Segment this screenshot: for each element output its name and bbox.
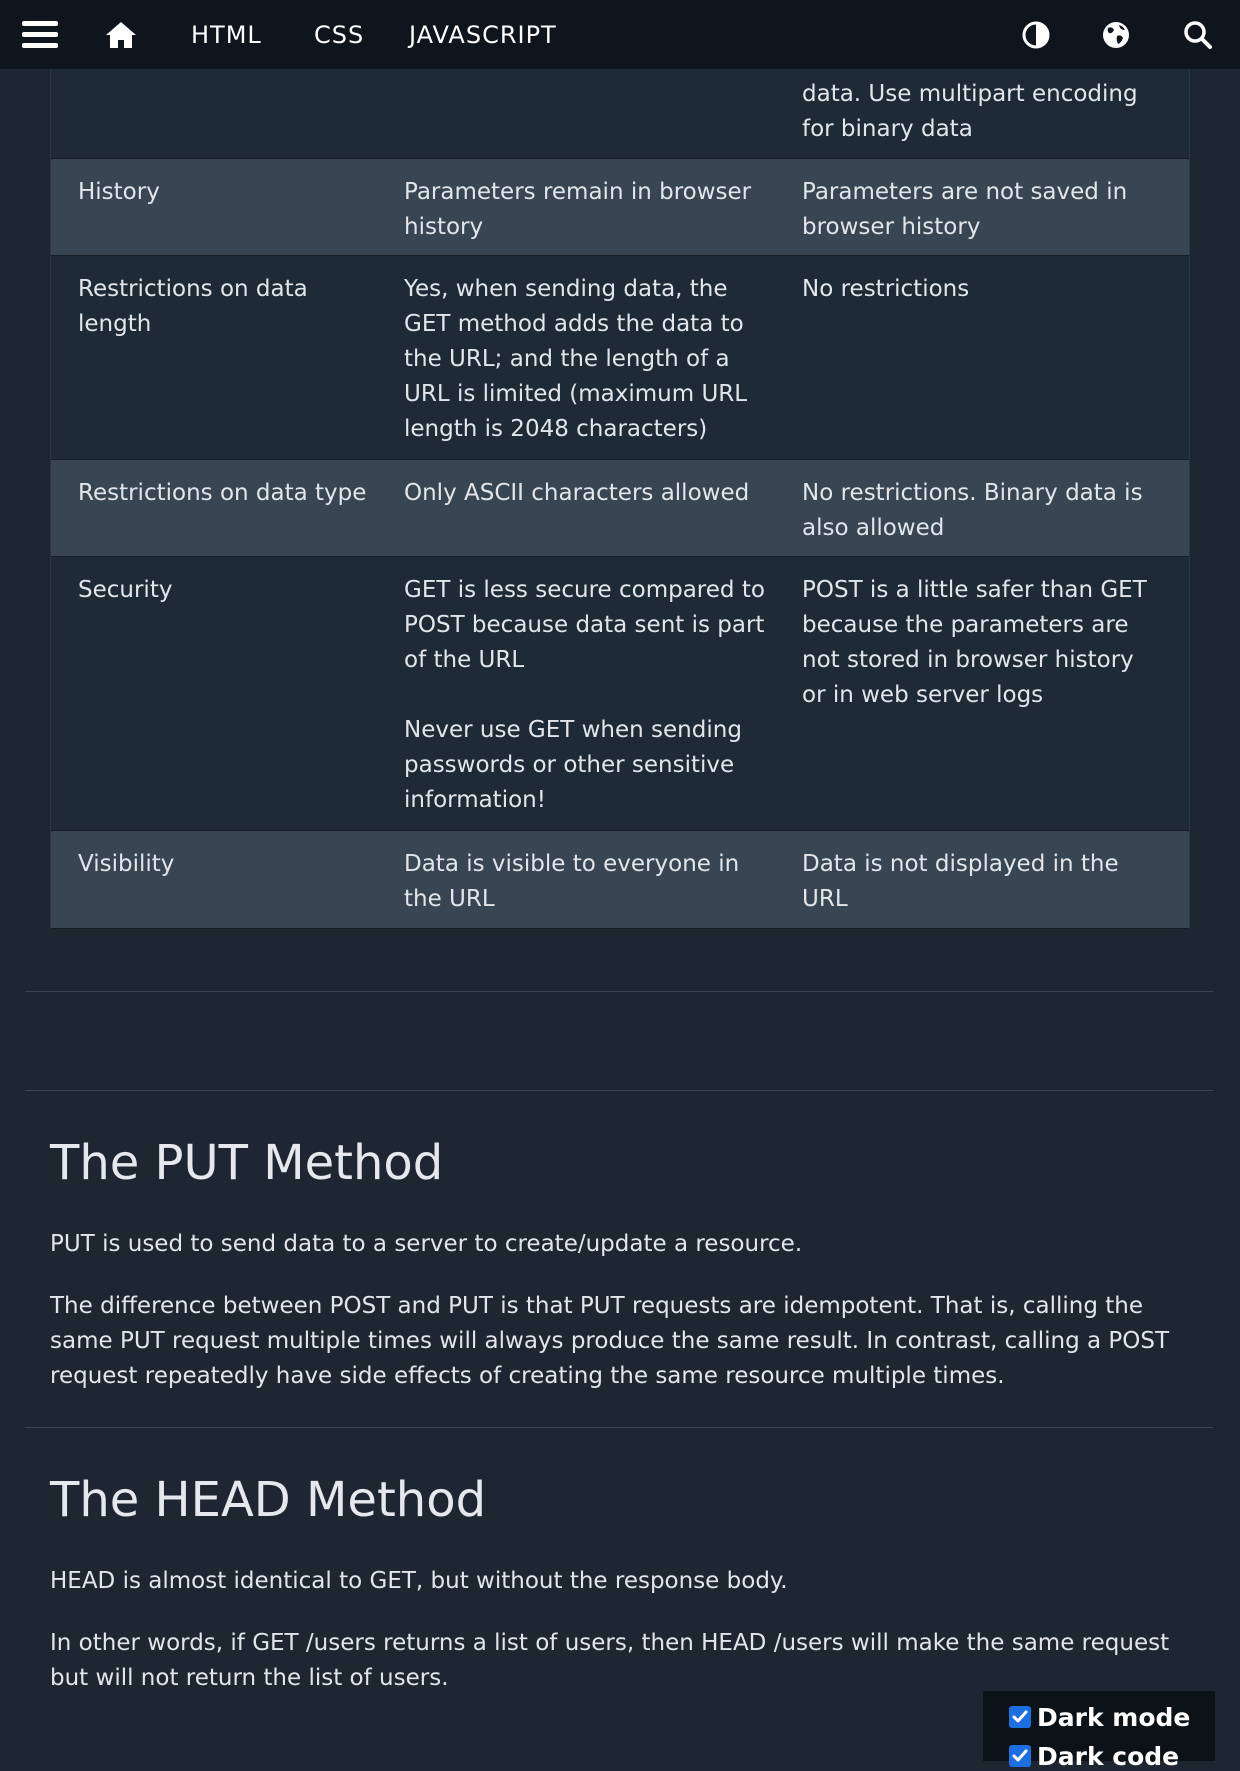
table-cell-label: Visibility bbox=[78, 851, 175, 877]
dark-mode-label: Dark mode bbox=[1037, 1702, 1191, 1732]
dark-code-label: Dark code bbox=[1037, 1741, 1180, 1771]
table-cell: data. Use multipart encoding for binary … bbox=[802, 81, 1138, 142]
table-cell-label: Restrictions on data length bbox=[78, 276, 308, 337]
nav-link-css[interactable]: CSS bbox=[314, 0, 364, 69]
table-cell-post: Data is not displayed in the URL bbox=[802, 851, 1119, 912]
table-cell-get: Parameters remain in browser history bbox=[404, 179, 752, 240]
table-cell-label: Restrictions on data type bbox=[78, 480, 367, 506]
dark-code-checkbox[interactable] bbox=[1009, 1745, 1031, 1767]
table-cell-post: No restrictions bbox=[802, 276, 970, 302]
home-icon[interactable] bbox=[96, 0, 146, 69]
table-cell-get: GET is less secure compared to POST beca… bbox=[404, 577, 765, 813]
table-cell-label: Security bbox=[78, 577, 173, 603]
table-cell-post: No restrictions. Binary data is also all… bbox=[802, 480, 1143, 541]
paragraph: PUT is used to send data to a server to … bbox=[50, 1231, 803, 1257]
paragraph: HEAD is almost identical to GET, but wit… bbox=[50, 1568, 788, 1594]
section-heading-head: The HEAD Method bbox=[50, 1472, 487, 1528]
table-row: History Parameters remain in browser his… bbox=[51, 159, 1189, 256]
nav-link-javascript[interactable]: JAVASCRIPT bbox=[409, 0, 557, 69]
checkmark-icon bbox=[1012, 1710, 1028, 1723]
contrast-icon[interactable] bbox=[1012, 0, 1060, 69]
table-row: Security GET is less secure compared to … bbox=[51, 557, 1189, 831]
paragraph: In other words, if GET /users returns a … bbox=[50, 1630, 1170, 1691]
comparison-table: data. Use multipart encoding for binary … bbox=[50, 0, 1190, 929]
dark-mode-panel: Dark mode Dark code bbox=[983, 1691, 1215, 1771]
divider bbox=[25, 991, 1213, 992]
hamburger-menu-icon[interactable] bbox=[8, 0, 72, 69]
table-row: Restrictions on data type Only ASCII cha… bbox=[51, 460, 1189, 557]
dark-code-toggle[interactable]: Dark code bbox=[1009, 1741, 1179, 1771]
search-icon[interactable] bbox=[1174, 0, 1222, 69]
table-cell-get: Yes, when sending data, the GET method a… bbox=[404, 276, 748, 442]
table-row: Restrictions on data length Yes, when se… bbox=[51, 256, 1189, 460]
table-cell-label: History bbox=[78, 179, 160, 205]
table-cell-post: Parameters are not saved in browser hist… bbox=[802, 179, 1128, 240]
table-row: Visibility Data is visible to everyone i… bbox=[51, 831, 1189, 929]
divider bbox=[25, 1427, 1213, 1428]
table-cell-post: POST is a little safer than GET because … bbox=[802, 577, 1147, 708]
checkmark-icon bbox=[1012, 1749, 1028, 1762]
table-cell-get: Data is visible to everyone in the URL bbox=[404, 851, 740, 912]
dark-mode-toggle[interactable]: Dark mode bbox=[1009, 1702, 1190, 1732]
globe-icon[interactable] bbox=[1092, 0, 1140, 69]
section-heading-put: The PUT Method bbox=[50, 1135, 444, 1191]
nav-link-html[interactable]: HTML bbox=[191, 0, 262, 69]
table-cell-get: Only ASCII characters allowed bbox=[404, 480, 750, 506]
paragraph: The difference between POST and PUT is t… bbox=[50, 1293, 1170, 1389]
divider bbox=[25, 1090, 1213, 1091]
dark-mode-checkbox[interactable] bbox=[1009, 1706, 1031, 1728]
top-navigation: HTML CSS JAVASCRIPT bbox=[0, 0, 1240, 69]
